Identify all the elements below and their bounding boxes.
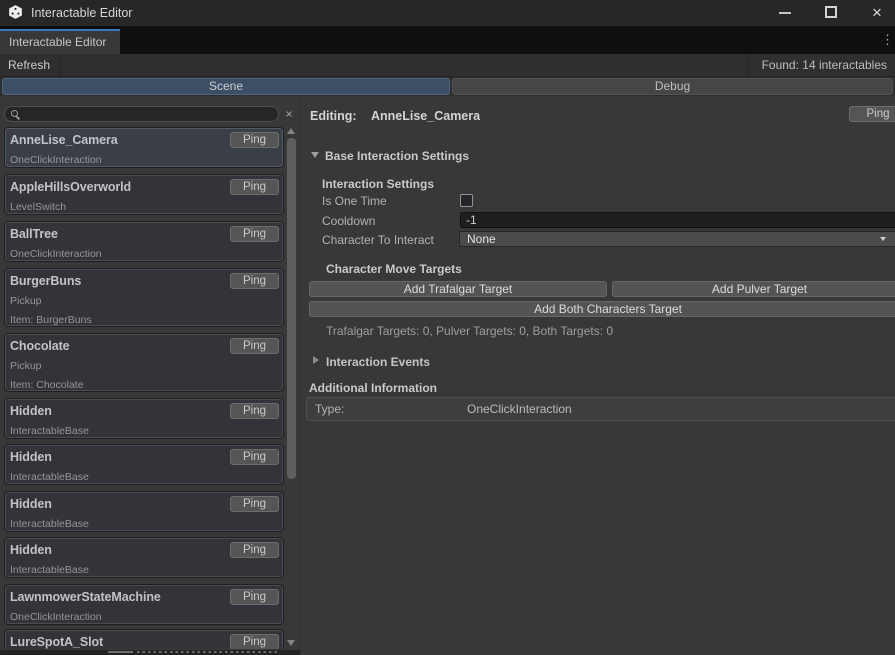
type-label: Type: bbox=[315, 402, 344, 416]
close-icon[interactable]: × bbox=[868, 3, 886, 23]
ping-button[interactable]: Ping bbox=[230, 132, 279, 148]
toolbar: Refresh Found: 14 interactables bbox=[0, 54, 895, 77]
targets-summary: Trafalgar Targets: 0, Pulver Targets: 0,… bbox=[326, 324, 613, 338]
ping-button[interactable]: Ping bbox=[230, 179, 279, 195]
ping-button[interactable]: Ping bbox=[230, 496, 279, 512]
inspector-ping-button[interactable]: Ping bbox=[849, 106, 895, 122]
list-item[interactable]: BallTreeOneClickInteractionPing bbox=[4, 221, 284, 262]
section-character-move-targets: Character Move Targets bbox=[326, 262, 462, 276]
is-one-time-checkbox[interactable] bbox=[460, 194, 473, 207]
item-subtitle: OneClickInteraction bbox=[10, 249, 275, 259]
list-item[interactable]: BurgerBunsPickupItem: BurgerBunsPing bbox=[4, 268, 284, 327]
list-item[interactable]: HiddenInteractableBasePing bbox=[4, 537, 284, 578]
scrollbar-up-icon[interactable] bbox=[287, 128, 295, 134]
add-pulver-target-button[interactable]: Add Pulver Target bbox=[612, 281, 895, 297]
search-icon-handle bbox=[16, 116, 20, 120]
tab-interactable-editor[interactable]: Interactable Editor bbox=[0, 29, 120, 54]
character-to-interact-label: Character To Interact bbox=[322, 233, 434, 247]
interactable-list: AnneLise_CameraOneClickInteractionPingAp… bbox=[4, 124, 284, 649]
item-subtitle: Pickup bbox=[10, 296, 275, 306]
add-both-characters-target-button[interactable]: Add Both Characters Target bbox=[309, 301, 895, 317]
ping-button[interactable]: Ping bbox=[230, 226, 279, 242]
section-interaction-settings: Interaction Settings bbox=[322, 177, 434, 191]
search-input[interactable] bbox=[4, 106, 279, 122]
toolbar-separator bbox=[748, 54, 749, 76]
kebab-menu-icon[interactable]: ⋮ bbox=[881, 32, 894, 48]
ping-button[interactable]: Ping bbox=[230, 449, 279, 465]
refresh-button[interactable]: Refresh bbox=[8, 58, 50, 72]
editing-value: AnneLise_Camera bbox=[371, 109, 480, 123]
type-value: OneClickInteraction bbox=[467, 402, 572, 416]
list-item[interactable]: HiddenInteractableBasePing bbox=[4, 444, 284, 485]
toolbar-separator bbox=[60, 54, 61, 76]
ping-button[interactable]: Ping bbox=[230, 634, 279, 649]
type-info-box: Type: OneClickInteraction bbox=[306, 397, 895, 421]
chevron-down-icon bbox=[880, 237, 886, 241]
tab-scene[interactable]: Scene bbox=[2, 78, 450, 95]
item-subtitle: InteractableBase bbox=[10, 519, 275, 529]
cooldown-label: Cooldown bbox=[322, 214, 375, 228]
item-subtitle: InteractableBase bbox=[10, 565, 275, 575]
foldout-collapsed-icon[interactable] bbox=[313, 356, 319, 364]
foldout-expanded-icon[interactable] bbox=[311, 152, 319, 158]
window-title: Interactable Editor bbox=[31, 6, 132, 20]
list-item[interactable]: AnneLise_CameraOneClickInteractionPing bbox=[4, 127, 284, 168]
item-subtitle: Item: Chocolate bbox=[10, 380, 275, 390]
ping-button[interactable]: Ping bbox=[230, 403, 279, 419]
scrollbar-thumb[interactable] bbox=[287, 138, 296, 479]
cooldown-field[interactable]: -1 bbox=[460, 212, 895, 228]
tab-debug[interactable]: Debug bbox=[452, 78, 893, 95]
foldout-base-interaction-settings[interactable]: Base Interaction Settings bbox=[325, 149, 469, 163]
add-trafalgar-target-button[interactable]: Add Trafalgar Target bbox=[309, 281, 607, 297]
ping-button[interactable]: Ping bbox=[230, 273, 279, 289]
is-one-time-label: Is One Time bbox=[322, 194, 387, 208]
clipped-text-sliver bbox=[108, 651, 133, 653]
item-subtitle: LevelSwitch bbox=[10, 202, 275, 212]
search-clear-button[interactable]: × bbox=[282, 106, 296, 122]
list-clipped-row bbox=[0, 650, 301, 655]
list-item[interactable]: LureSpotA_SlotOneClickInteractionPing bbox=[4, 629, 284, 649]
clipped-text-sliver bbox=[137, 651, 278, 653]
panel-divider bbox=[300, 96, 301, 655]
item-subtitle: OneClickInteraction bbox=[10, 612, 275, 622]
ping-button[interactable]: Ping bbox=[230, 589, 279, 605]
item-subtitle: Pickup bbox=[10, 361, 275, 371]
doc-tab-strip: Interactable Editor ⋮ bbox=[0, 26, 895, 54]
ping-button[interactable]: Ping bbox=[230, 542, 279, 558]
item-subtitle: OneClickInteraction bbox=[10, 155, 275, 165]
maximize-icon[interactable] bbox=[825, 6, 837, 18]
minimize-icon[interactable] bbox=[779, 12, 791, 14]
foldout-interaction-events[interactable]: Interaction Events bbox=[326, 355, 430, 369]
editing-label: Editing: bbox=[310, 109, 357, 123]
section-additional-information: Additional Information bbox=[309, 381, 437, 395]
titlebar: Interactable Editor × bbox=[0, 0, 895, 26]
list-item[interactable]: AppleHillsOverworldLevelSwitchPing bbox=[4, 174, 284, 215]
item-subtitle: InteractableBase bbox=[10, 426, 275, 436]
item-subtitle: InteractableBase bbox=[10, 472, 275, 482]
ping-button[interactable]: Ping bbox=[230, 338, 279, 354]
list-item[interactable]: HiddenInteractableBasePing bbox=[4, 491, 284, 532]
interactable-editor-window: Interactable Editor × Interactable Edito… bbox=[0, 0, 895, 655]
list-item[interactable]: ChocolatePickupItem: ChocolatePing bbox=[4, 333, 284, 392]
app-icon bbox=[7, 4, 24, 21]
list-item[interactable]: LawnmowerStateMachineOneClickInteraction… bbox=[4, 584, 284, 625]
character-to-interact-dropdown[interactable]: None bbox=[459, 231, 895, 247]
list-item[interactable]: HiddenInteractableBasePing bbox=[4, 398, 284, 439]
found-count-label: Found: 14 interactables bbox=[762, 58, 887, 72]
item-subtitle: Item: BurgerBuns bbox=[10, 315, 275, 325]
view-tab-bar: Scene Debug bbox=[0, 77, 895, 96]
scrollbar-down-icon[interactable] bbox=[287, 640, 295, 646]
